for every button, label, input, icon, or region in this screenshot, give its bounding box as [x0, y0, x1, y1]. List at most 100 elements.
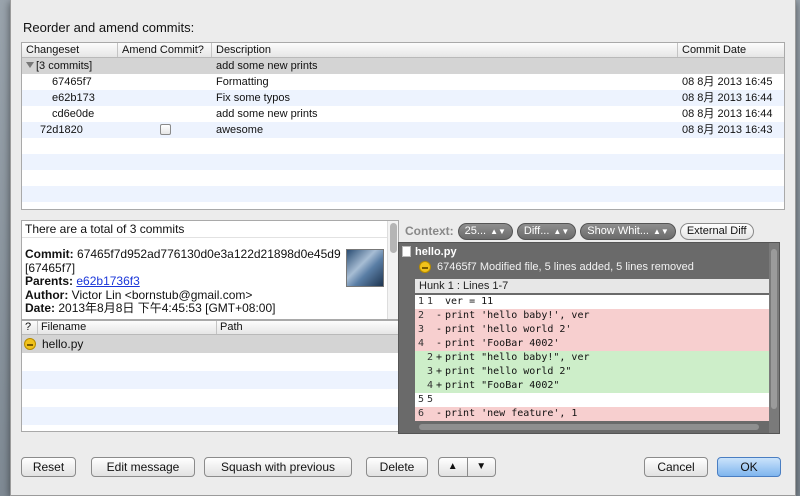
new-line-number: 3: [426, 366, 433, 377]
table-row[interactable]: cd6e0de add some new prints 08 8月 2013 1…: [22, 106, 784, 122]
new-line-number: 1: [426, 296, 433, 307]
code-text: print "hello baby!", ver: [445, 352, 590, 363]
table-row[interactable]: 67465f7 Formatting 08 8月 2013 16:45: [22, 74, 784, 90]
column-header-date[interactable]: Commit Date: [678, 43, 784, 57]
hunk-header: Hunk 1 : Lines 1-7: [415, 279, 769, 293]
cancel-button[interactable]: Cancel: [644, 457, 708, 477]
code-text: ver = 11: [445, 296, 494, 307]
table-row-group[interactable]: [3 commits] add some new prints: [22, 58, 784, 74]
list-item[interactable]: hello.py: [22, 335, 398, 353]
squash-button[interactable]: Squash with previous: [204, 457, 352, 477]
table-row-empty: [22, 186, 784, 202]
column-header-status[interactable]: ?: [22, 321, 38, 334]
description-cell: awesome: [216, 124, 264, 136]
diff-line: 2 + print "hello baby!", ver: [415, 351, 769, 365]
table-row[interactable]: 72d1820 awesome 08 8月 2013 16:43: [22, 122, 784, 138]
column-header-path[interactable]: Path: [217, 321, 398, 334]
diff-marker: -: [435, 310, 443, 321]
commit-table-header: Changeset Amend Commit? Description Comm…: [22, 43, 784, 58]
table-row-empty: [22, 170, 784, 186]
changeset-cell: e62b173: [52, 92, 95, 104]
move-stepper: ▲ ▼: [438, 457, 496, 477]
date-cell: [678, 58, 784, 74]
description-cell: Formatting: [216, 76, 269, 88]
file-list: ? Filename Path hello.py: [21, 320, 399, 432]
commit-total-text: There are a total of 3 commits: [22, 221, 398, 238]
external-diff-button[interactable]: External Diff: [679, 222, 754, 240]
diff-marker: -: [435, 324, 443, 335]
ok-button[interactable]: OK: [717, 457, 781, 477]
document-icon: [402, 246, 411, 257]
scrollbar-thumb[interactable]: [771, 249, 777, 409]
diff-marker: -: [435, 408, 443, 419]
diff-marker: +: [435, 352, 443, 363]
edit-message-button[interactable]: Edit message: [91, 457, 195, 477]
diff-marker: -: [435, 338, 443, 349]
amend-checkbox[interactable]: [159, 124, 171, 135]
old-line-number: 6: [417, 408, 424, 419]
description-cell: Fix some typos: [216, 92, 290, 104]
old-line-number: 1: [417, 296, 424, 307]
table-row[interactable]: e62b173 Fix some typos 08 8月 2013 16:44: [22, 90, 784, 106]
diff-filename: hello.py: [415, 246, 457, 258]
old-line-number: [415, 351, 424, 365]
old-line-number: [415, 379, 424, 393]
column-header-amend[interactable]: Amend Commit?: [118, 43, 212, 57]
date-cell: 08 8月 2013 16:45: [682, 76, 773, 88]
diff-vertical-scrollbar[interactable]: [769, 243, 779, 433]
code-text: print 'hello world 2': [445, 324, 572, 335]
diff-toolbar: Context: 25... ▲▼ Diff... ▲▼ Show Whit... ▲…: [397, 222, 781, 240]
changeset-cell: 72d1820: [40, 124, 83, 136]
changeset-cell: 67465f7: [52, 76, 92, 88]
code-text: print "FooBar 4002": [445, 380, 560, 391]
old-line-number: 3: [417, 324, 424, 335]
context-select[interactable]: 25... ▲▼: [457, 222, 513, 240]
table-row-empty: [22, 138, 784, 154]
new-line-number: 5: [426, 394, 433, 405]
changeset-cell: [3 commits]: [36, 60, 93, 72]
avatar: [346, 249, 384, 287]
parent-link[interactable]: e62b1736f3: [76, 274, 139, 288]
diff-line: 3 + print "hello world 2": [415, 365, 769, 379]
code-text: print 'hello baby!', ver: [445, 310, 590, 321]
date-cell: 08 8月 2013 16:44: [682, 108, 773, 120]
description-cell: add some new prints: [216, 108, 318, 120]
diff-panel: hello.py 67465f7 Modified file, 5 lines …: [398, 242, 780, 434]
date-cell: 08 8月 2013 16:43: [682, 124, 773, 136]
diff-line: 4- print 'FooBar 4002': [415, 337, 769, 351]
list-item-empty: [22, 407, 398, 425]
scrollbar-thumb[interactable]: [390, 223, 397, 253]
scrollbar-thumb[interactable]: [419, 424, 759, 430]
list-item-empty: [22, 353, 398, 371]
date-cell: 08 8月 2013 16:44: [682, 92, 773, 104]
column-header-changeset[interactable]: Changeset: [22, 43, 118, 57]
author-value: Victor Lin <bornstub@gmail.com>: [71, 287, 253, 302]
old-line-number: 2: [417, 310, 424, 321]
author-label: Author:: [25, 287, 69, 302]
list-item-empty: [22, 371, 398, 389]
code-text: print 'FooBar 4002': [445, 338, 560, 349]
new-line-number: [424, 309, 433, 323]
modified-status-icon: [24, 338, 36, 350]
old-line-number: [415, 365, 424, 379]
move-down-button[interactable]: ▼: [468, 458, 496, 476]
commit-table: Changeset Amend Commit? Description Comm…: [21, 42, 785, 210]
context-label: Context:: [405, 224, 454, 238]
diff-marker: +: [435, 380, 443, 391]
disclosure-triangle-icon[interactable]: [26, 62, 34, 68]
diff-horizontal-scrollbar[interactable]: [415, 423, 769, 431]
column-header-description[interactable]: Description: [212, 43, 678, 57]
changeset-cell: cd6e0de: [52, 108, 95, 120]
move-up-button[interactable]: ▲: [439, 458, 468, 476]
old-line-number: 5: [417, 394, 424, 405]
diff-options-button[interactable]: Diff... ▲▼: [516, 222, 577, 240]
code-text: print "hello world 2": [445, 366, 572, 377]
stepper-icon: ▲▼: [653, 226, 669, 236]
column-header-filename[interactable]: Filename: [38, 321, 217, 334]
delete-button[interactable]: Delete: [366, 457, 428, 477]
reset-button[interactable]: Reset: [21, 457, 76, 477]
whitespace-select[interactable]: Show Whit... ▲▼: [580, 222, 676, 240]
diff-line: 55: [415, 393, 769, 407]
diff-marker: [433, 295, 445, 309]
new-line-number: 4: [426, 380, 433, 391]
